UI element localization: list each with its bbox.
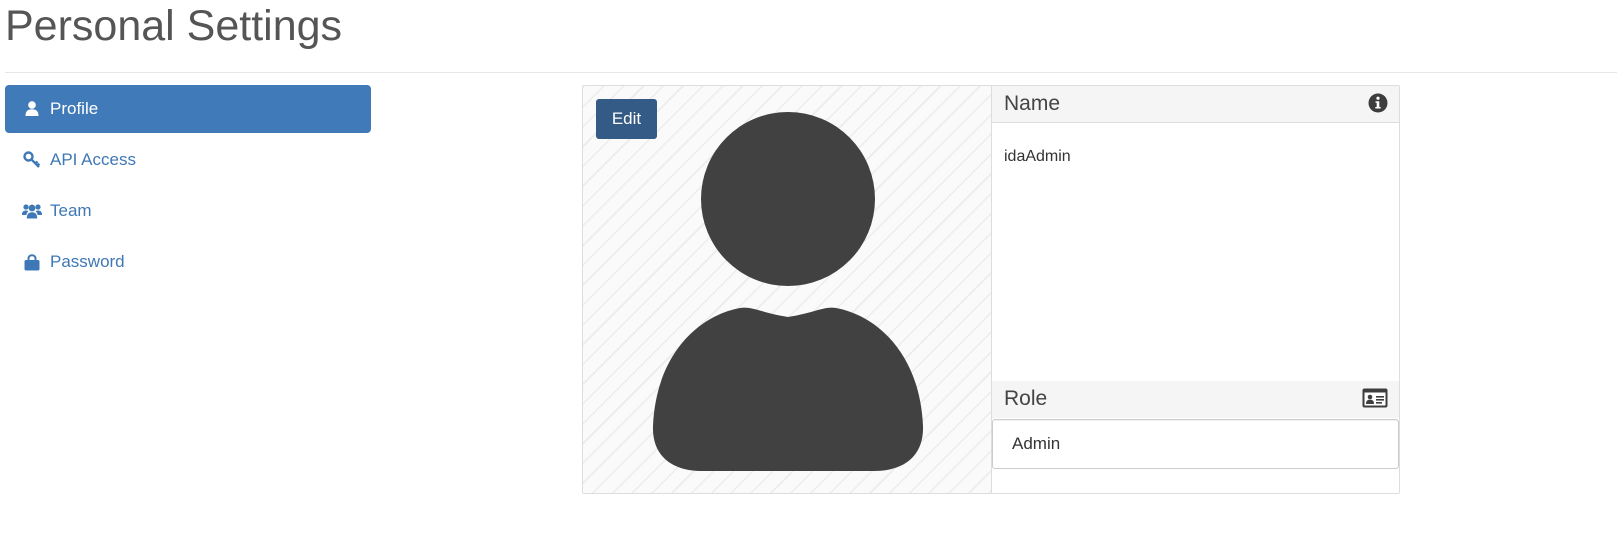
user-icon <box>22 99 42 119</box>
personal-settings-page: Personal Settings Profile API Access Tea… <box>0 0 1617 535</box>
sidebar-item-password[interactable]: Password <box>5 238 371 286</box>
edit-avatar-button[interactable]: Edit <box>596 99 657 139</box>
sidebar-item-label: Password <box>50 252 125 271</box>
sidebar-item-profile[interactable]: Profile <box>5 85 371 133</box>
avatar-panel: Edit <box>583 86 992 493</box>
settings-sidebar: Profile API Access Team Password <box>5 85 371 289</box>
profile-info-panel: Name idaAdmin Role Admin <box>992 86 1399 493</box>
info-circle-icon[interactable] <box>1368 93 1388 118</box>
role-section-header: Role <box>992 381 1399 418</box>
users-icon <box>22 201 42 221</box>
role-field[interactable]: Admin <box>992 419 1399 469</box>
role-header-label: Role <box>1004 387 1048 410</box>
key-icon <box>22 150 42 170</box>
sidebar-item-label: API Access <box>50 150 136 169</box>
page-title: Personal Settings <box>5 2 343 50</box>
name-value: idaAdmin <box>1004 148 1071 165</box>
role-value: Admin <box>1012 434 1061 453</box>
name-header-label: Name <box>1004 92 1061 115</box>
profile-card: Edit Name idaAdmin Role Admin <box>582 85 1400 494</box>
id-card-icon <box>1362 388 1388 413</box>
title-divider <box>5 72 1617 73</box>
user-silhouette-icon <box>652 112 924 471</box>
sidebar-item-api-access[interactable]: API Access <box>5 136 371 184</box>
sidebar-item-label: Profile <box>50 99 99 118</box>
sidebar-item-team[interactable]: Team <box>5 187 371 235</box>
lock-icon <box>22 252 42 272</box>
name-section-header: Name <box>992 86 1399 123</box>
sidebar-item-label: Team <box>50 201 92 220</box>
